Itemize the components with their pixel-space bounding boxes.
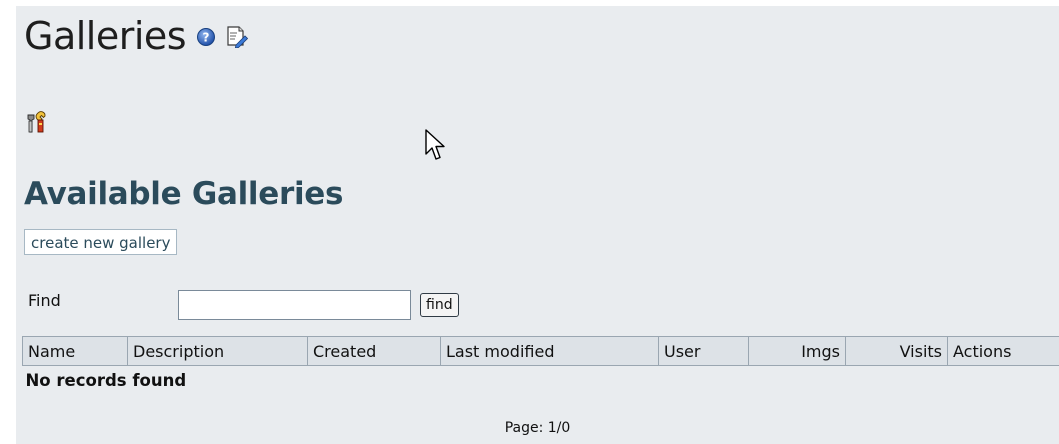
- page-title-row: Galleries ?: [24, 12, 249, 60]
- pagination-info: Page: 1/0: [504, 420, 571, 436]
- content-panel: Galleries ? Available Galleries create n…: [16, 6, 1059, 444]
- find-label: Find: [28, 291, 61, 310]
- column-header-actions: Actions: [947, 336, 1059, 366]
- column-header-last-modified[interactable]: Last modified: [440, 336, 659, 366]
- find-button[interactable]: find: [420, 293, 459, 317]
- galleries-table: Name Description Created Last modified U…: [22, 336, 1059, 394]
- table-row: No records found: [23, 366, 1059, 395]
- column-header-description[interactable]: Description: [127, 336, 308, 366]
- edit-page-icon[interactable]: [224, 24, 249, 52]
- section-title: Available Galleries: [24, 176, 344, 212]
- create-gallery-button[interactable]: create new gallery: [24, 229, 178, 255]
- find-input[interactable]: [178, 290, 411, 320]
- admin-tools-icon[interactable]: [25, 110, 49, 138]
- help-question-icon[interactable]: ?: [196, 27, 216, 51]
- column-header-created[interactable]: Created: [307, 336, 441, 366]
- column-header-user[interactable]: User: [658, 336, 749, 366]
- table-header-row: Name Description Created Last modified U…: [22, 336, 1059, 366]
- column-header-imgs[interactable]: Imgs: [748, 336, 846, 366]
- mouse-pointer-icon: [424, 128, 448, 168]
- page-title: Galleries: [24, 14, 187, 58]
- svg-text:?: ?: [203, 31, 210, 45]
- column-header-name[interactable]: Name: [22, 336, 128, 366]
- column-header-visits[interactable]: Visits: [845, 336, 948, 366]
- no-records-message: No records found: [25, 370, 187, 390]
